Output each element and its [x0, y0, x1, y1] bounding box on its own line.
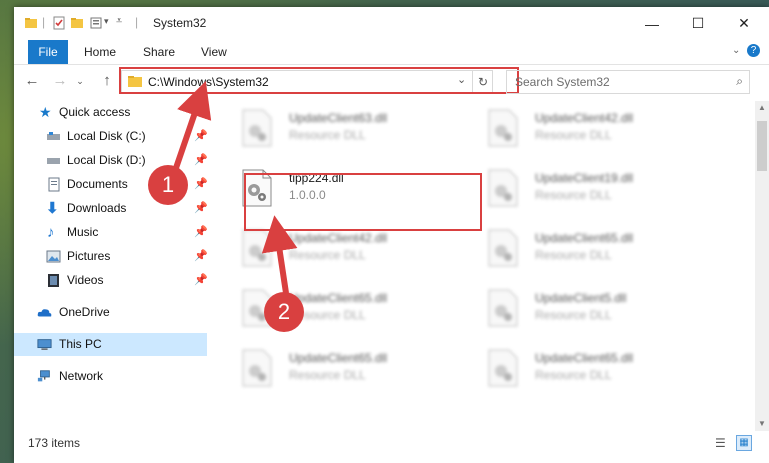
arrow-to-file [261, 215, 298, 294]
arrow-to-address-bar [173, 80, 212, 169]
step-badge-2: 2 [264, 292, 304, 332]
step-badge-1: 1 [148, 165, 188, 205]
annotation-arrows [173, 80, 298, 294]
